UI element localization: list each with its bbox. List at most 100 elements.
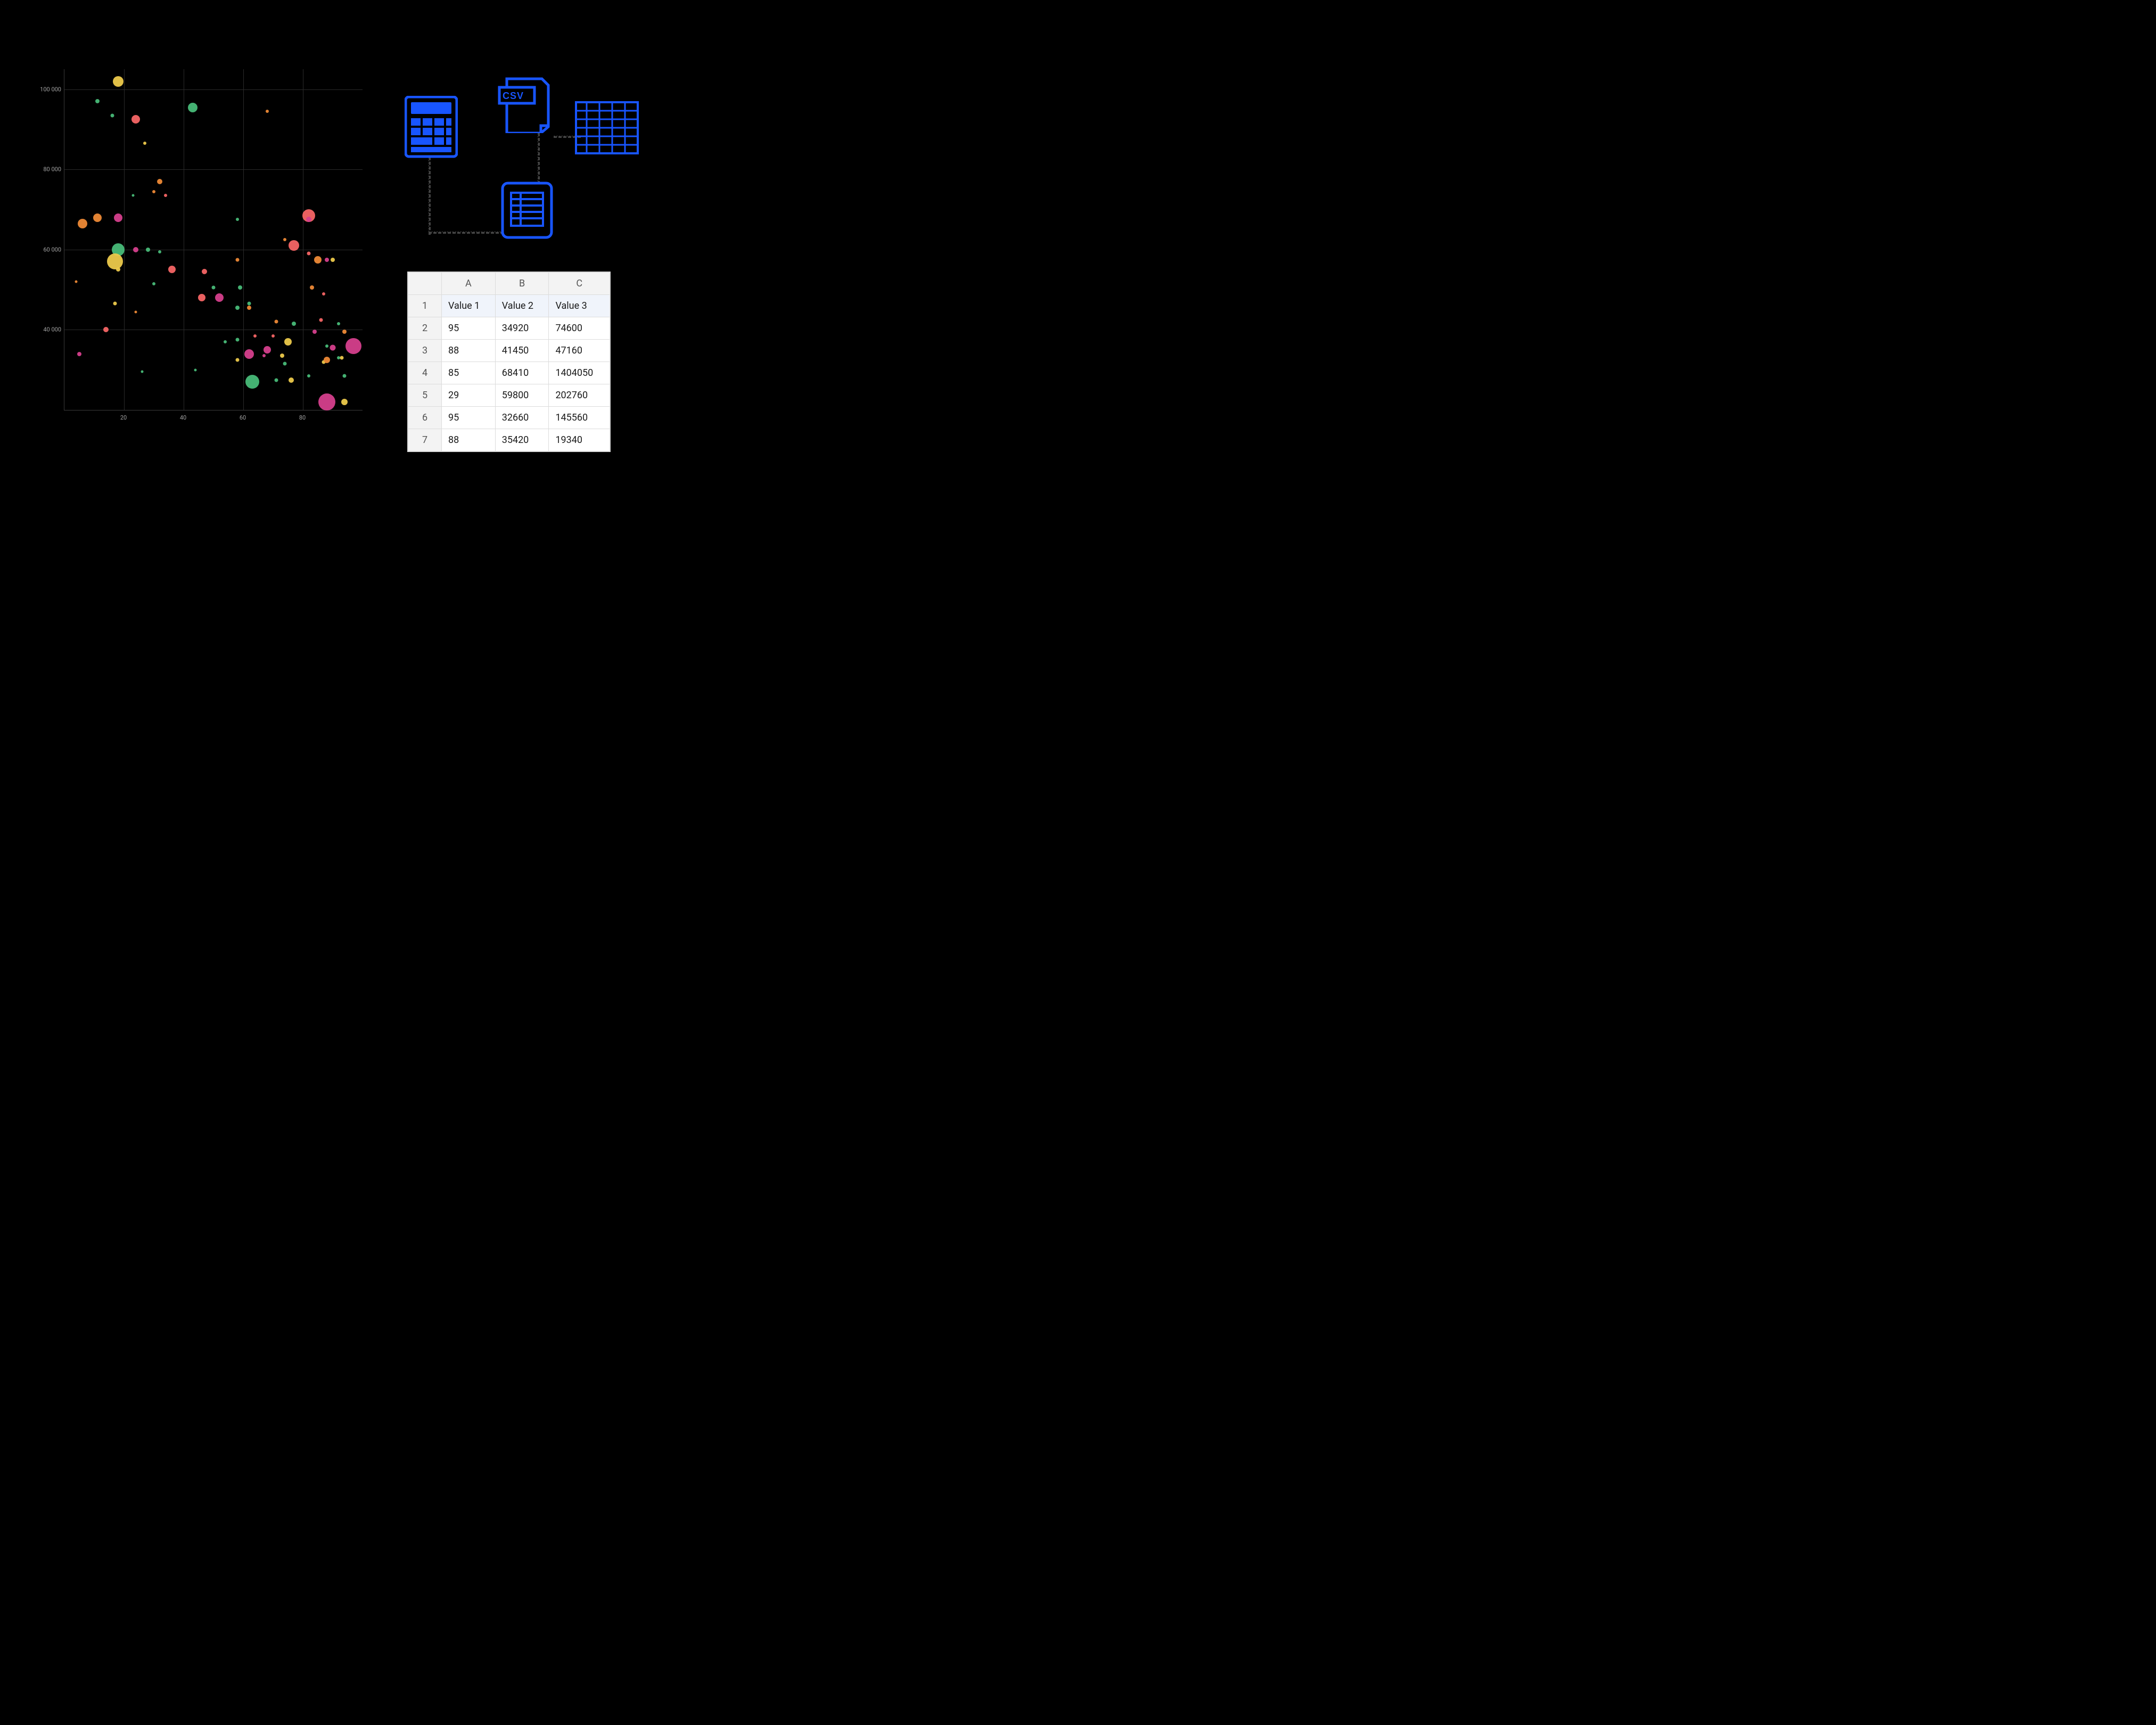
bubble-point (283, 238, 286, 241)
bubble-point (342, 330, 347, 334)
col-letter: B (495, 273, 549, 295)
cell: 47160 (549, 340, 610, 362)
cell: 88 (442, 429, 496, 451)
bubble-point (146, 248, 150, 252)
table-row: 4 85 68410 1404050 (408, 362, 610, 384)
bubble-point (324, 357, 330, 363)
bubble-point (310, 285, 314, 290)
row-number: 4 (408, 362, 442, 384)
data-table: A B C 1 Value 1 Value 2 Value 3 2 95 349… (407, 272, 611, 452)
plot-area (64, 69, 363, 410)
cell: 95 (442, 407, 496, 429)
bubble-point (345, 338, 361, 354)
bubble-point (244, 349, 254, 359)
bubble-point (164, 194, 167, 197)
connector (429, 232, 504, 234)
bubble-point (283, 362, 287, 366)
bubble-point (337, 322, 340, 325)
bubble-point (215, 293, 224, 302)
col-letter: A (442, 273, 496, 295)
bubble-point (114, 213, 122, 222)
bubble-point (284, 338, 292, 346)
cell: 19340 (549, 429, 610, 451)
bubble-point (110, 113, 114, 117)
connector (429, 157, 431, 235)
bubble-point (224, 340, 227, 343)
y-tick-label: 100 000 (40, 86, 61, 93)
bubble-point (152, 190, 155, 193)
bubble-point (131, 115, 140, 124)
csv-file-icon: CSV (495, 75, 554, 133)
header-cell: Value 2 (495, 295, 549, 317)
bubble-point (235, 258, 239, 261)
bubble-point (152, 282, 155, 285)
row-number: 1 (408, 295, 442, 317)
header-cell: Value 1 (442, 295, 496, 317)
spreadsheet-icon (575, 101, 639, 154)
bubble-point (322, 292, 325, 295)
y-tick-label: 60 000 (43, 246, 61, 253)
bubble-point (202, 269, 207, 274)
bubble-point (289, 240, 299, 251)
bubble-point (340, 356, 343, 360)
header-cell: Value 3 (549, 295, 610, 317)
gridline (243, 69, 244, 410)
x-tick-label: 20 (120, 414, 127, 421)
bubble-point (135, 310, 137, 313)
bubble-point (341, 399, 348, 405)
sheet-table: A B C 1 Value 1 Value 2 Value 3 2 95 349… (408, 272, 610, 451)
bubble-point (271, 334, 275, 338)
bubble-point (95, 99, 100, 103)
cell: 29 (442, 384, 496, 407)
bubble-point (194, 368, 197, 371)
bubble-point (248, 302, 251, 306)
bubble-point (131, 194, 134, 197)
table-row: 3 88 41450 47160 (408, 340, 610, 362)
cell: 1404050 (549, 362, 610, 384)
bubble-point (247, 306, 251, 310)
bubble-point (212, 286, 216, 290)
bubble-point (266, 110, 269, 113)
bubble-point (141, 371, 143, 373)
bubble-point (168, 266, 176, 273)
bubble-point (318, 393, 335, 410)
corner-cell (408, 273, 442, 295)
bubble-point (292, 322, 296, 326)
table-row: 5 29 59800 202760 (408, 384, 610, 407)
row-number: 2 (408, 317, 442, 340)
row-number: 6 (408, 407, 442, 429)
bubble-point (103, 327, 109, 332)
bubble-point (157, 179, 162, 184)
cell: 85 (442, 362, 496, 384)
y-tick-label: 40 000 (43, 326, 61, 333)
canvas: 2040608040 00060 00080 000100 000 (0, 0, 665, 532)
cell: 68410 (495, 362, 549, 384)
table-row: 2 95 34920 74600 (408, 317, 610, 340)
bubble-point (235, 306, 240, 310)
header-row: 1 Value 1 Value 2 Value 3 (408, 295, 610, 317)
bubble-point (289, 377, 294, 383)
cell: 74600 (549, 317, 610, 340)
cell: 41450 (495, 340, 549, 362)
bubble-point (235, 358, 239, 362)
bubble-point (198, 294, 205, 301)
bubble-point (306, 217, 311, 222)
bubble-point (312, 330, 317, 334)
cell: 145560 (549, 407, 610, 429)
bubble-point (264, 346, 271, 354)
bubble-point (314, 256, 322, 264)
csv-label: CSV (503, 91, 524, 101)
bubble-point (330, 345, 336, 351)
gridline (124, 69, 125, 410)
cell: 202760 (549, 384, 610, 407)
bubble-point (307, 252, 311, 256)
cell: 59800 (495, 384, 549, 407)
gridline (64, 169, 363, 170)
table-row: 7 88 35420 19340 (408, 429, 610, 451)
x-tick-label: 60 (240, 414, 246, 421)
bubble-point (133, 247, 138, 252)
bubble-point (319, 318, 323, 322)
cell: 34920 (495, 317, 549, 340)
bubble-point (280, 354, 284, 358)
row-number: 5 (408, 384, 442, 407)
